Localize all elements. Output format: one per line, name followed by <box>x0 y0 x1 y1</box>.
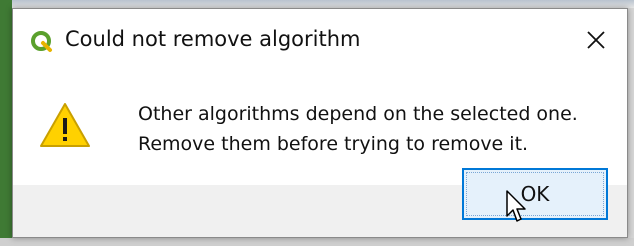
message-line-1: Other algorithms depend on the selected … <box>138 103 578 125</box>
ok-button[interactable]: OK <box>462 168 608 220</box>
background-window-top <box>0 0 634 8</box>
warning-icon <box>40 103 90 147</box>
qgis-logo-icon <box>31 31 52 52</box>
mouse-pointer-icon <box>506 190 526 222</box>
message-line-2: Remove them before trying to remove it. <box>138 133 529 155</box>
close-icon <box>587 31 605 49</box>
dialog-message: Other algorithms depend on the selected … <box>138 99 578 159</box>
background-window-bottom <box>0 238 634 246</box>
dialog-title: Could not remove algorithm <box>65 27 361 51</box>
dialog-titlebar[interactable]: Could not remove algorithm <box>13 9 627 71</box>
close-button[interactable] <box>579 23 613 57</box>
background-window-left <box>0 0 12 246</box>
message-dialog: Could not remove algorithm Other algorit… <box>12 8 628 238</box>
